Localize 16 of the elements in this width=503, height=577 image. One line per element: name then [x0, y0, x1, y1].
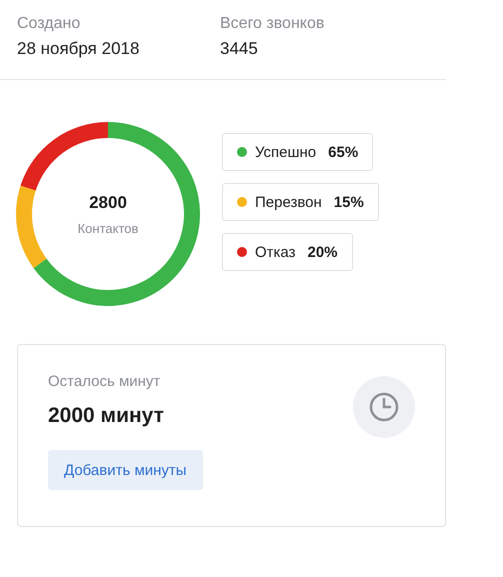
minutes-label: Осталось минут: [48, 373, 160, 390]
stat-label: Создано: [17, 15, 82, 33]
contacts-caption: Контактов: [78, 220, 138, 236]
legend-percent: 20%: [307, 244, 338, 260]
stat-value: 28 ноября 2018: [17, 39, 140, 59]
legend-label: Перезвон: [255, 194, 322, 210]
legend-label: Успешно: [255, 144, 316, 160]
minutes-value: 2000 минут: [48, 404, 164, 428]
add-minutes-button[interactable]: Добавить минуты: [48, 450, 203, 490]
contacts-total: 2800: [89, 192, 127, 212]
legend-percent: 15%: [334, 194, 364, 210]
stat-value: 3445: [220, 39, 259, 59]
legend-percent: 65%: [328, 144, 358, 160]
stat-label: Всего звонков: [220, 15, 326, 33]
legend-label: Отказ: [255, 244, 296, 260]
clock-icon: [353, 376, 415, 438]
